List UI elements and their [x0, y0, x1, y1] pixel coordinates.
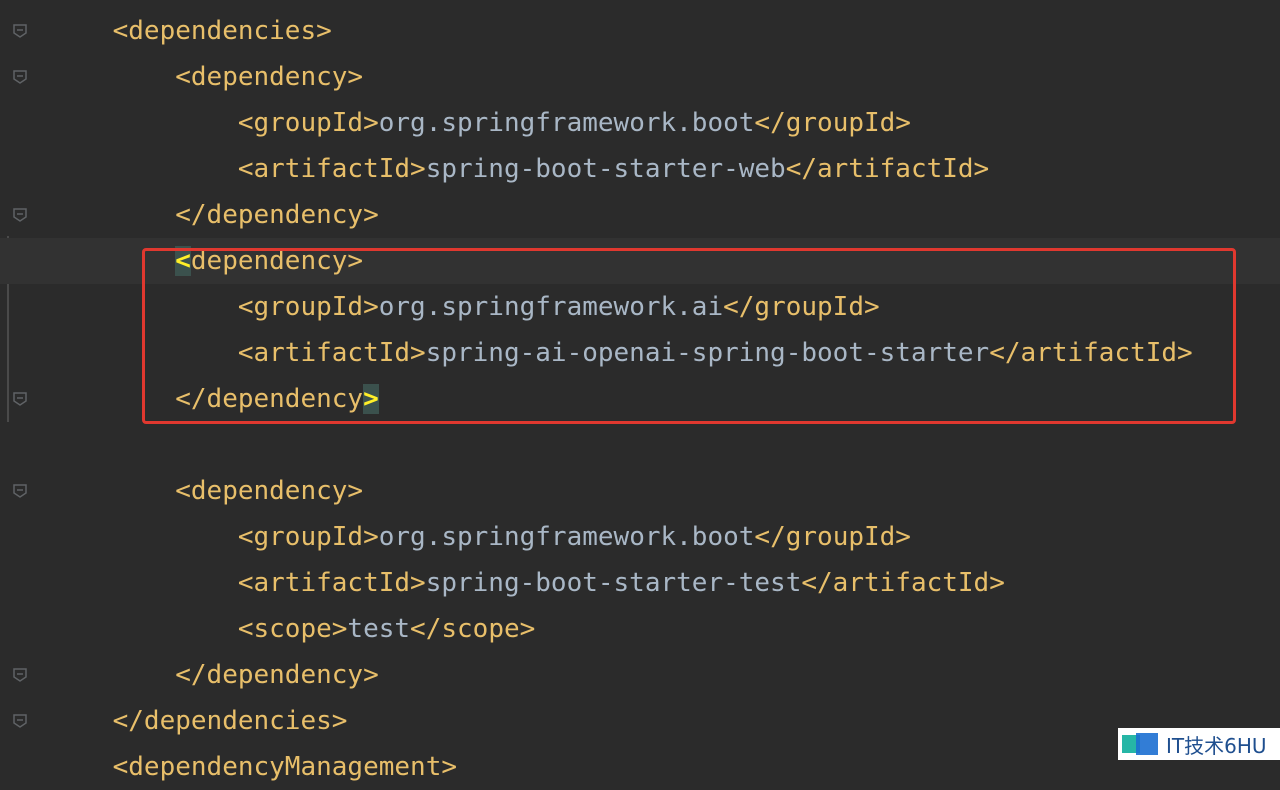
xml-open-tag: <dependency>	[175, 62, 364, 92]
code-line[interactable]: <dependency>	[0, 54, 1280, 100]
code-line[interactable]: <dependency>	[0, 468, 1280, 514]
code-line[interactable]: <scope>test</scope>	[0, 606, 1280, 652]
code-line[interactable]	[0, 422, 1280, 468]
xml-close-tag: </groupId>	[754, 522, 911, 552]
code-line[interactable]: <artifactId>spring-boot-starter-web</art…	[0, 146, 1280, 192]
xml-close-tag: </groupId>	[754, 108, 911, 138]
watermark: IT技术6HU	[1118, 728, 1280, 760]
code-line[interactable]: <artifactId>spring-boot-starter-test</ar…	[0, 560, 1280, 606]
code-line[interactable]: </dependency>	[0, 192, 1280, 238]
code-line[interactable]: </dependencies>	[0, 698, 1280, 744]
xml-close-tag: </scope>	[410, 614, 536, 644]
xml-open-tag: <artifactId>	[237, 154, 426, 184]
code-line[interactable]: <groupId>org.springframework.boot</group…	[0, 100, 1280, 146]
xml-open-tag: </dependency>	[175, 200, 379, 230]
highlight-box	[142, 248, 1236, 424]
xml-text: test	[347, 614, 411, 644]
xml-close-tag: </artifactId>	[801, 568, 1005, 598]
xml-open-tag: <dependencies>	[112, 16, 332, 46]
code-editor[interactable]: <dependencies> <dependency> <groupId>org…	[0, 0, 1280, 782]
code-line[interactable]: <groupId>org.springframework.boot</group…	[0, 514, 1280, 560]
code-line[interactable]: <dependencies>	[0, 8, 1280, 54]
xml-open-tag: <dependencyManagement>	[112, 752, 457, 782]
xml-open-tag: <scope>	[237, 614, 348, 644]
code-line[interactable]: <dependencyManagement>	[0, 744, 1280, 790]
watermark-text: IT技术6HU	[1166, 733, 1267, 758]
xml-close-tag: </artifactId>	[785, 154, 990, 184]
xml-text: org.springframework.boot	[378, 522, 755, 552]
xml-open-tag: </dependency>	[175, 660, 379, 690]
xml-open-tag: <artifactId>	[237, 568, 426, 598]
xml-open-tag: </dependencies>	[112, 706, 348, 736]
code-line[interactable]: </dependency>	[0, 652, 1280, 698]
xml-open-tag: <groupId>	[237, 108, 379, 138]
xml-text: org.springframework.boot	[378, 108, 755, 138]
xml-open-tag: <dependency>	[175, 476, 364, 506]
xml-text: spring-boot-starter-web	[425, 154, 786, 184]
xml-text: spring-boot-starter-test	[425, 568, 802, 598]
xml-open-tag: <groupId>	[237, 522, 379, 552]
watermark-logo-icon	[1122, 733, 1158, 755]
